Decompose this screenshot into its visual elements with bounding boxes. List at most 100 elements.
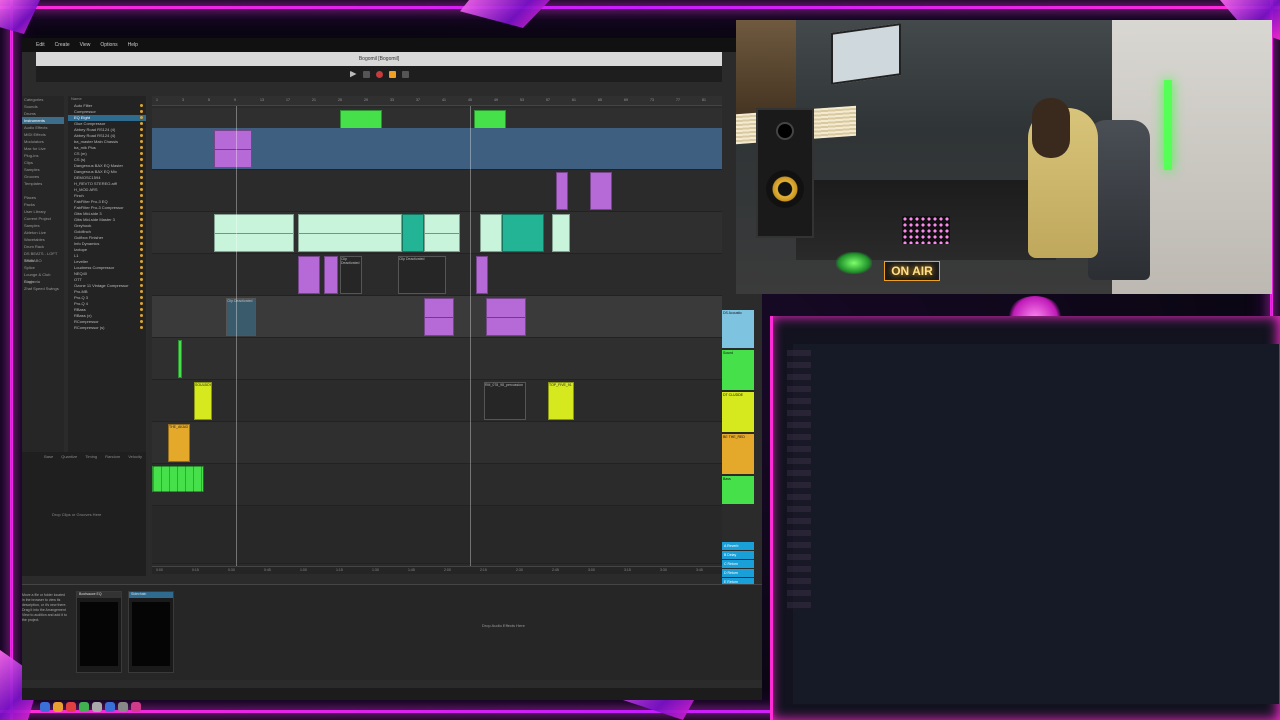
clip[interactable] bbox=[178, 340, 182, 378]
track-lane[interactable] bbox=[152, 170, 722, 212]
sidebar-item[interactable]: Beats bbox=[22, 257, 64, 264]
return-track[interactable]: B Delay bbox=[722, 551, 754, 559]
sidebar-item[interactable]: Drum Rack bbox=[22, 243, 64, 250]
sidebar-item[interactable]: Stage bbox=[22, 278, 64, 285]
deactivated-clip[interactable]: Clip Deactivated bbox=[226, 298, 256, 336]
sidebar-item[interactable]: Categories bbox=[22, 96, 64, 103]
sidebar-item[interactable]: Places bbox=[22, 194, 64, 201]
sidebar-item[interactable]: User Library bbox=[22, 208, 64, 215]
browser-item[interactable]: RCompressor (s) bbox=[68, 325, 146, 331]
clip[interactable]: THE_AKAI3 bbox=[168, 424, 190, 462]
record-button[interactable] bbox=[375, 70, 383, 78]
clip[interactable] bbox=[424, 298, 454, 336]
track-lane[interactable] bbox=[152, 212, 722, 254]
clip[interactable] bbox=[502, 214, 544, 252]
app-icon[interactable] bbox=[92, 702, 102, 712]
track-lane[interactable]: Clip Deactivated Clip Deactivated bbox=[152, 254, 722, 296]
app-icon[interactable] bbox=[79, 702, 89, 712]
app-icon[interactable] bbox=[131, 702, 141, 712]
sidebar-item[interactable]: Zhaf Speed Swings bbox=[22, 285, 64, 292]
clip[interactable] bbox=[486, 298, 526, 336]
sidebar-item-selected[interactable]: Instruments bbox=[22, 117, 64, 124]
device-title[interactable]: Sidechain bbox=[129, 592, 173, 598]
sidebar-item[interactable]: MIDI Effects bbox=[22, 131, 64, 138]
arrangement-view[interactable]: 1 3 5 9 13 17 21 25 29 33 37 41 45 49 53 57 61 65 69 73 77 81 bbox=[152, 96, 722, 574]
sidebar-item[interactable]: Samples bbox=[22, 222, 64, 229]
sidebar-item[interactable]: Samples bbox=[22, 166, 64, 173]
sidebar-item[interactable]: DS BEATS - LOFT TRIBABO bbox=[22, 250, 64, 263]
track-lane[interactable]: SOULBOY_F1 RM_078_98_percussion TOP_FIVE… bbox=[152, 380, 722, 422]
stop-button[interactable] bbox=[362, 70, 370, 78]
sidebar-item[interactable]: Clips bbox=[22, 159, 64, 166]
app-icon[interactable] bbox=[66, 702, 76, 712]
sidebar-item[interactable]: Plug-ins bbox=[22, 152, 64, 159]
clip[interactable] bbox=[214, 214, 294, 252]
clip[interactable] bbox=[214, 130, 252, 168]
clip[interactable] bbox=[480, 214, 502, 252]
clip[interactable] bbox=[556, 172, 568, 210]
sidebar-item[interactable]: Current Project bbox=[22, 215, 64, 222]
loop-marker[interactable] bbox=[470, 106, 471, 572]
sidebar-item[interactable]: Ableton Live bbox=[22, 229, 64, 236]
return-track[interactable]: A Reverb bbox=[722, 542, 754, 550]
return-track[interactable]: D Return bbox=[722, 569, 754, 577]
mixer-track[interactable]: DT CLUDDE bbox=[722, 392, 754, 432]
clip[interactable]: TOP_FIVE_91 bbox=[548, 382, 574, 420]
sidebar-item[interactable]: Grooves bbox=[22, 173, 64, 180]
sidebar-item[interactable] bbox=[22, 187, 64, 194]
menu-view[interactable]: View bbox=[80, 42, 91, 48]
sidebar-item[interactable]: Max for Live bbox=[22, 145, 64, 152]
sidebar-item[interactable]: Audio Effects bbox=[22, 124, 64, 131]
clip[interactable] bbox=[340, 110, 382, 130]
track-lane-blue[interactable] bbox=[152, 128, 722, 170]
track-lane[interactable]: Clip Deactivated bbox=[152, 296, 722, 338]
clip[interactable] bbox=[298, 214, 402, 252]
sidebar-item[interactable]: Wavetables bbox=[22, 236, 64, 243]
app-icon[interactable] bbox=[118, 702, 128, 712]
draw-mode-button[interactable] bbox=[401, 70, 409, 78]
sidebar-item[interactable]: Drums bbox=[22, 110, 64, 117]
sidebar-item[interactable]: Splice bbox=[22, 264, 64, 271]
deactivated-clip[interactable]: Clip Deactivated bbox=[398, 256, 446, 294]
clip[interactable] bbox=[552, 214, 570, 252]
finder-icon[interactable] bbox=[40, 702, 50, 712]
sidebar-item[interactable]: Modulators bbox=[22, 138, 64, 145]
play-button[interactable] bbox=[349, 70, 357, 78]
clip[interactable]: SOULBOY_F1 bbox=[194, 382, 212, 420]
menu-options[interactable]: Options bbox=[100, 42, 117, 48]
menu-help[interactable]: Help bbox=[128, 42, 138, 48]
mixer-track[interactable]: BE THE_RED bbox=[722, 434, 754, 474]
sidebar-item[interactable]: Lounge & Club Euphoria bbox=[22, 271, 64, 284]
deactivated-clip[interactable]: Clip Deactivated bbox=[340, 256, 362, 294]
mixer-track[interactable]: Sound bbox=[722, 350, 754, 390]
track-lane[interactable] bbox=[152, 464, 722, 506]
beat-ruler[interactable]: 1 3 5 9 13 17 21 25 29 33 37 41 45 49 53 57 61 65 69 73 77 81 bbox=[152, 96, 722, 106]
deactivated-clip[interactable]: RM_078_98_percussion bbox=[484, 382, 526, 420]
clip[interactable] bbox=[402, 214, 424, 252]
sidebar-item[interactable]: Templates bbox=[22, 180, 64, 187]
track-lane[interactable]: THE_AKAI3 bbox=[152, 422, 722, 464]
sidebar-item[interactable]: Packs bbox=[22, 201, 64, 208]
empty-lane-area[interactable] bbox=[152, 506, 722, 564]
clip[interactable] bbox=[424, 214, 460, 252]
clip[interactable] bbox=[152, 466, 204, 492]
clip[interactable] bbox=[476, 256, 488, 294]
mixer-track[interactable]: Bass bbox=[722, 476, 754, 504]
menu-create[interactable]: Create bbox=[55, 42, 70, 48]
clip[interactable] bbox=[324, 256, 338, 294]
fx-drop-zone[interactable]: Drop Audio Effects Here bbox=[482, 623, 525, 628]
menu-edit[interactable]: Edit bbox=[36, 42, 45, 48]
track-lane[interactable] bbox=[152, 338, 722, 380]
loop-button[interactable] bbox=[388, 70, 396, 78]
app-icon[interactable] bbox=[105, 702, 115, 712]
clip[interactable] bbox=[590, 172, 612, 210]
device-bootsauce[interactable]: Bootsauce EQ bbox=[76, 591, 122, 673]
app-icon[interactable] bbox=[53, 702, 63, 712]
device-sidechain[interactable]: Sidechain bbox=[128, 591, 174, 673]
device-title[interactable]: Bootsauce EQ bbox=[77, 592, 121, 598]
clip[interactable] bbox=[474, 110, 506, 130]
time-ruler[interactable]: 0:00 0:15 0:30 0:45 1:00 1:15 1:30 1:45 2:00 2:15… bbox=[152, 566, 722, 574]
groove-drop-zone[interactable]: Drop Clips or Grooves Here bbox=[52, 512, 101, 517]
mixer-track[interactable]: DS Acoustic bbox=[722, 310, 754, 348]
clip[interactable] bbox=[298, 256, 320, 294]
